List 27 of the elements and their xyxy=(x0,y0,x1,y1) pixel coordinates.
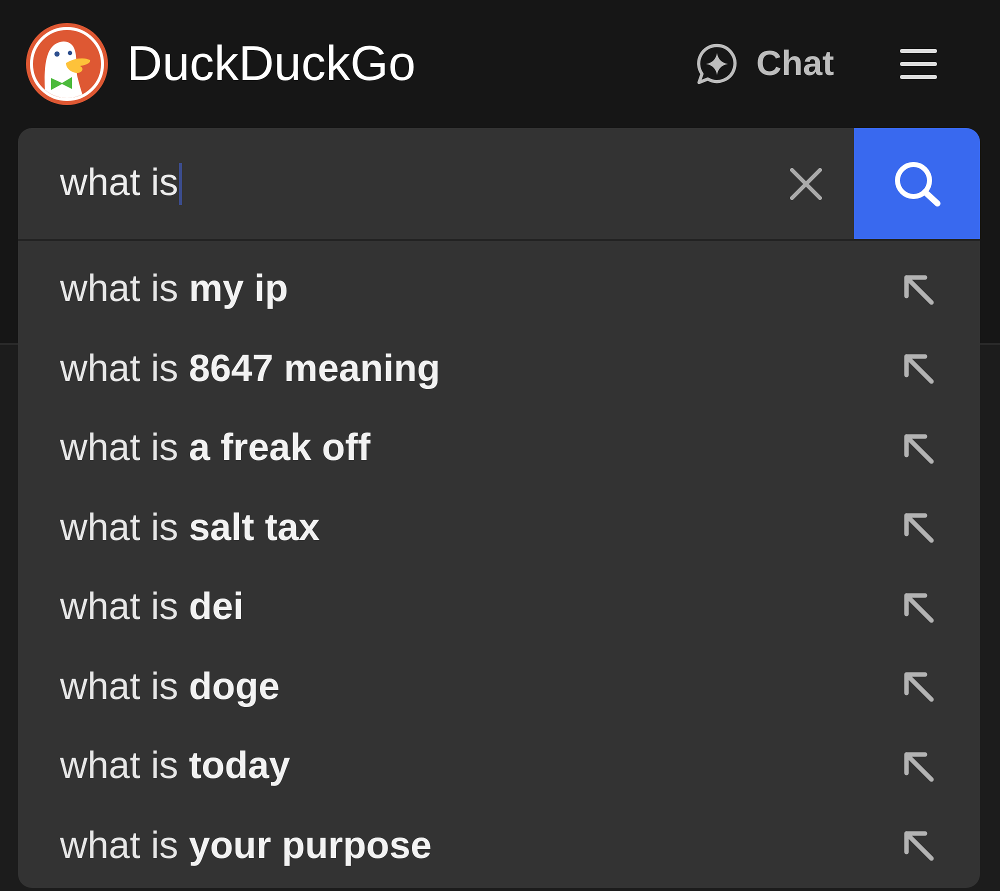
search-button[interactable] xyxy=(854,128,980,239)
suggestion-item[interactable]: what is dei xyxy=(18,568,980,648)
arrow-up-left-icon xyxy=(904,513,934,544)
arrow-up-left-icon xyxy=(904,434,934,464)
suggestion-item[interactable]: what is doge xyxy=(18,648,980,727)
arrow-up-left-icon xyxy=(904,354,934,384)
arrow-up-left-icon xyxy=(904,752,934,782)
suggestion-item[interactable]: what is salt tax xyxy=(18,488,980,568)
text-cursor-icon xyxy=(179,162,182,204)
suggestion-item[interactable]: what is my ip xyxy=(18,250,980,330)
chat-button[interactable]: Chat xyxy=(696,43,834,85)
chat-bubble-icon xyxy=(696,43,738,85)
search-field[interactable]: what is xyxy=(18,128,758,239)
suggestion-item[interactable]: what is 8647 meaning xyxy=(18,330,980,409)
arrow-up-left-icon xyxy=(904,831,934,862)
duck-logo-icon xyxy=(26,23,108,105)
search-icon xyxy=(894,160,940,206)
suggestion-item[interactable]: what is your purpose xyxy=(18,806,980,886)
suggestion-item[interactable]: what is a freak off xyxy=(18,409,980,488)
close-icon xyxy=(790,168,822,200)
arrow-up-left-icon xyxy=(904,672,934,702)
menu-button[interactable] xyxy=(900,49,937,79)
suggestion-item[interactable]: what is today xyxy=(18,727,980,806)
arrow-up-left-icon xyxy=(904,592,934,623)
arrow-up-left-icon xyxy=(904,274,934,305)
brand-name: DuckDuckGo xyxy=(127,40,416,88)
menu-icon xyxy=(900,49,937,79)
